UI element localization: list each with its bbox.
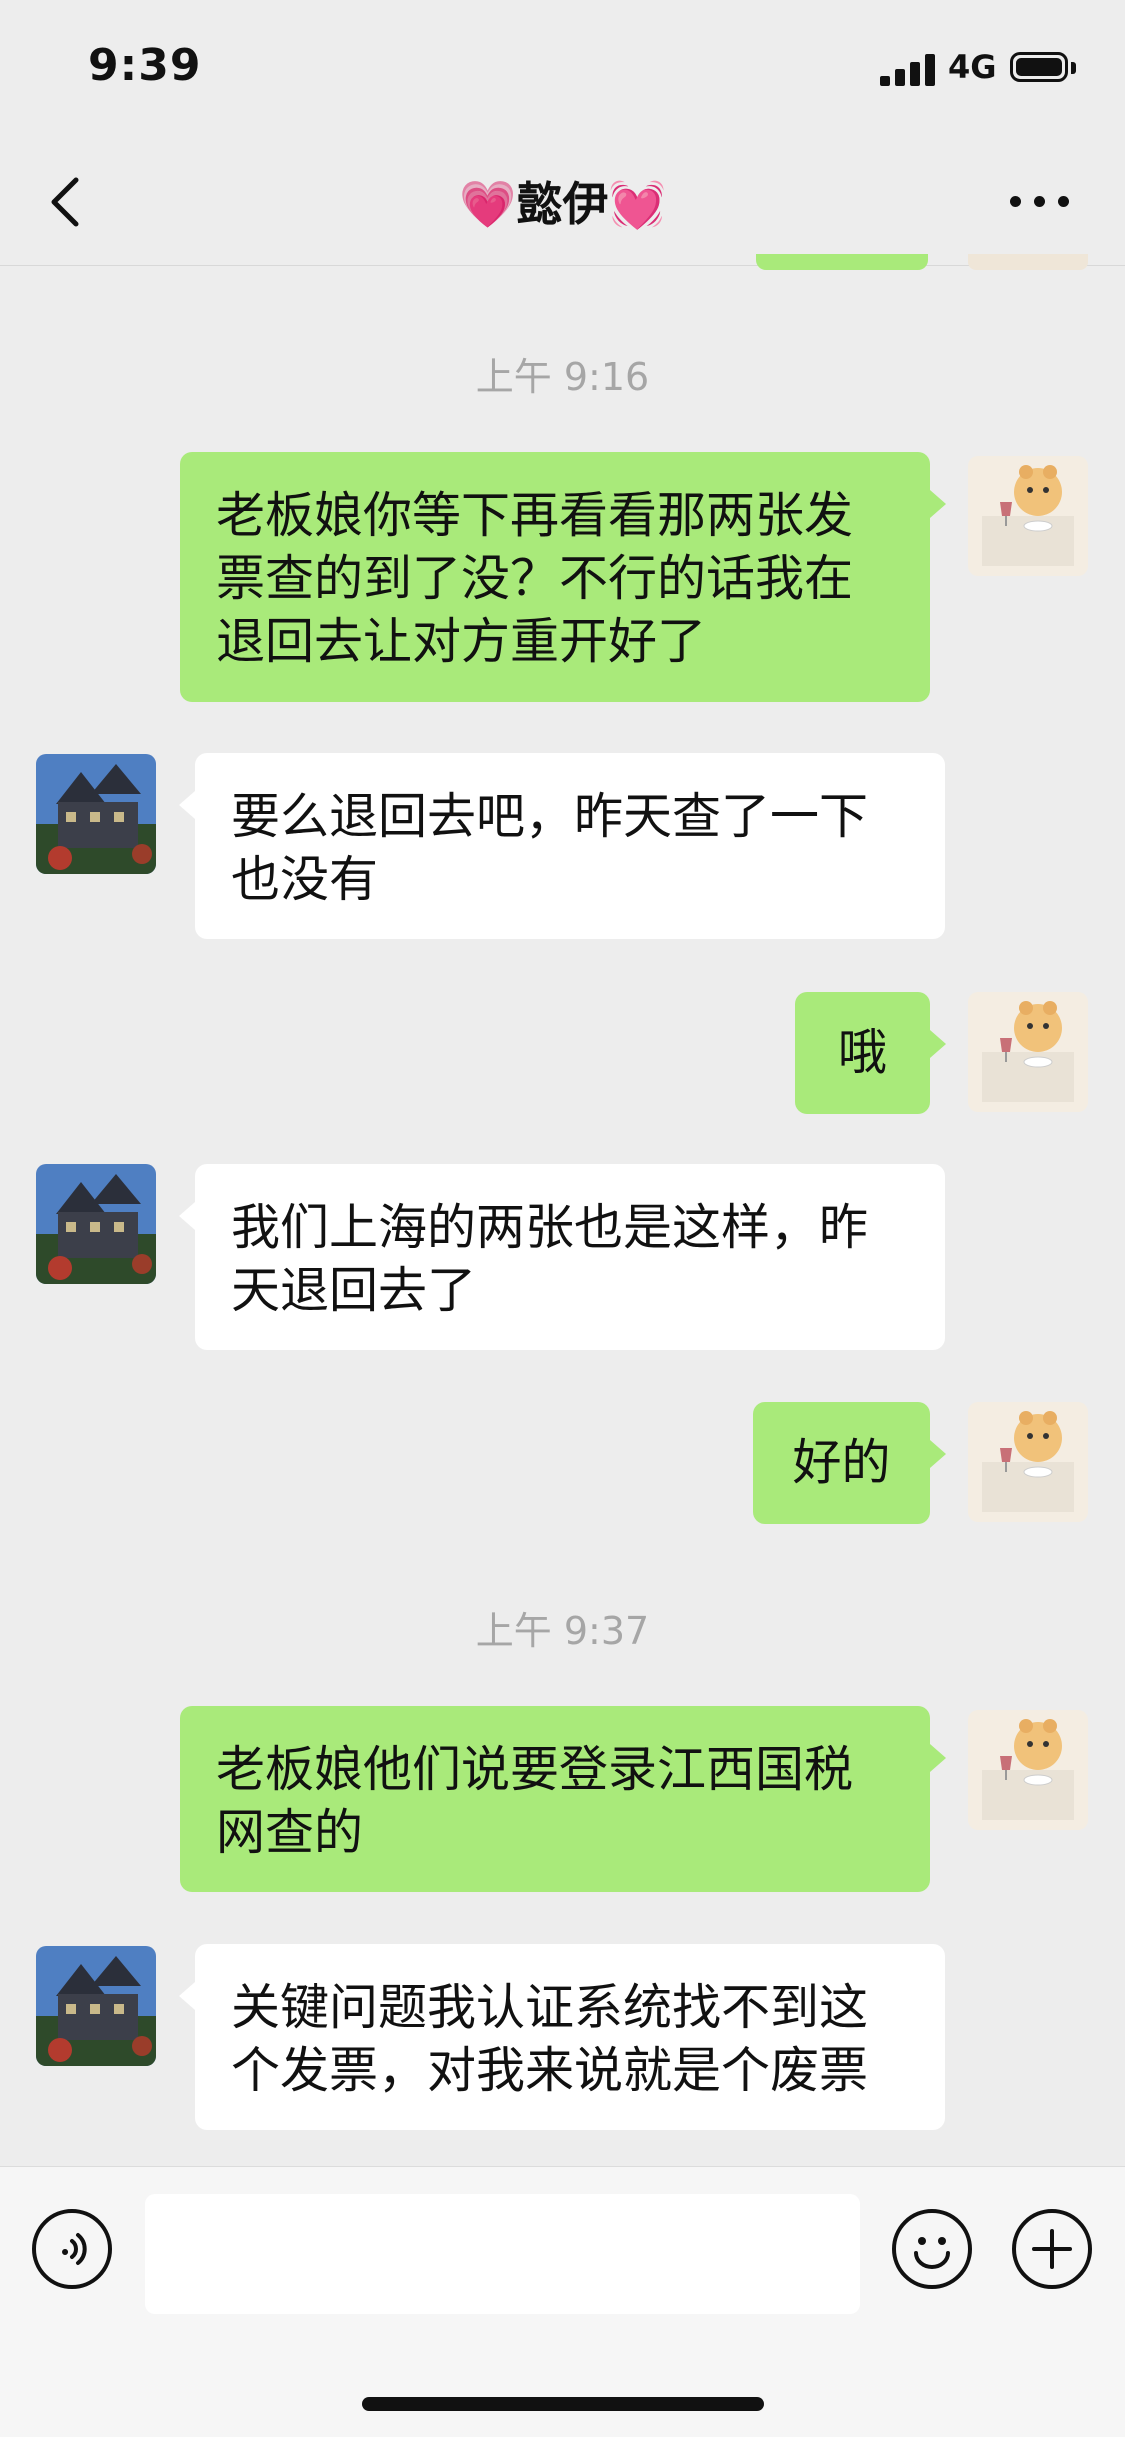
status-bar: 9:39 4G xyxy=(0,0,1125,140)
my-message-bubble[interactable]: 老板娘他们说要登录江西国税网查的 xyxy=(180,1706,946,1892)
chat-header: 💗懿伊💓 xyxy=(0,140,1125,266)
message-input[interactable] xyxy=(145,2194,860,2314)
contact-name: 懿伊 xyxy=(516,177,609,231)
signal-icon xyxy=(880,52,938,86)
contact-message-bubble[interactable]: 我们上海的两张也是这样，昨天退回去了 xyxy=(179,1164,945,1350)
chat-message-list[interactable]: 上午 9:16 老板娘你等下再看看那两张发票查的到了没？不行的话我在退回去让对方… xyxy=(0,266,1125,2166)
my-message-bubble[interactable]: 老板娘你等下再看看那两张发票查的到了没？不行的话我在退回去让对方重开好了 xyxy=(180,452,946,702)
more-dots-icon[interactable] xyxy=(1010,196,1070,210)
my-avatar[interactable] xyxy=(968,1710,1088,1830)
heart-icon: 💗 xyxy=(459,177,517,231)
my-message-bubble[interactable]: 哦 xyxy=(795,992,946,1114)
status-time: 9:39 xyxy=(88,40,202,91)
contact-message-bubble[interactable]: 关键问题我认证系统找不到这个发票，对我来说就是个废票 xyxy=(179,1944,945,2130)
heart-icon: 💓 xyxy=(608,177,666,231)
chat-title: 💗懿伊💓 xyxy=(0,168,1125,234)
plus-icon[interactable] xyxy=(1012,2209,1092,2289)
my-avatar[interactable] xyxy=(968,992,1088,1112)
my-avatar[interactable] xyxy=(968,1402,1088,1522)
my-avatar[interactable] xyxy=(968,456,1088,576)
home-indicator[interactable] xyxy=(362,2397,764,2411)
network-type: 4G xyxy=(948,48,997,86)
battery-icon xyxy=(1010,52,1076,86)
timestamp: 上午 9:37 xyxy=(475,1609,650,1653)
my-message-bubble[interactable]: 好的 xyxy=(753,1402,946,1524)
voice-icon[interactable] xyxy=(32,2209,112,2289)
contact-avatar[interactable] xyxy=(36,1946,156,2066)
contact-avatar[interactable] xyxy=(36,754,156,874)
contact-avatar[interactable] xyxy=(36,1164,156,1284)
emoji-icon[interactable] xyxy=(892,2209,972,2289)
timestamp: 上午 9:16 xyxy=(475,355,650,399)
contact-message-bubble[interactable]: 要么退回去吧，昨天查了一下也没有 xyxy=(179,753,945,939)
